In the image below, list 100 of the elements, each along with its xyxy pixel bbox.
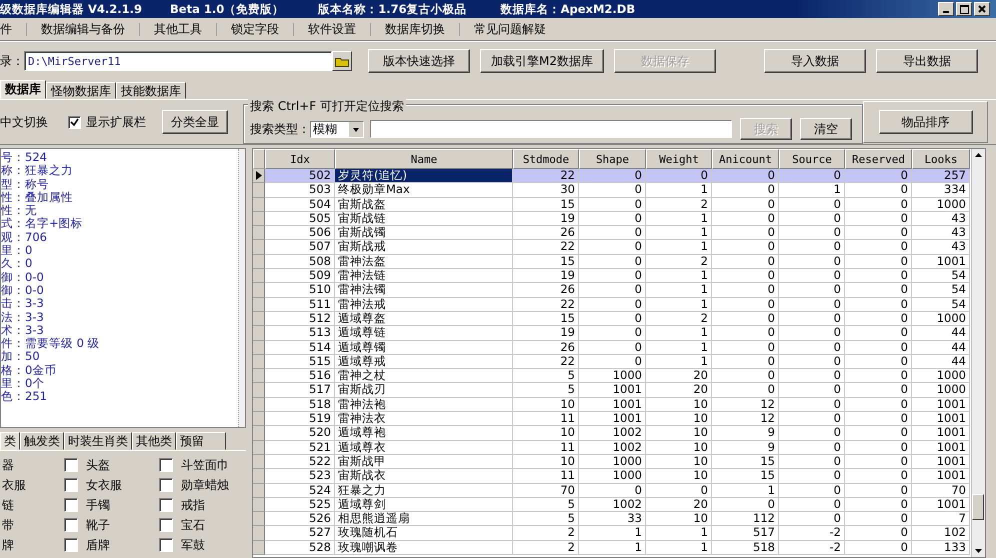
checkmark-icon	[70, 118, 79, 126]
scroll-thumb[interactable]	[972, 494, 984, 520]
chinese-toggle-label: 中文切换	[0, 114, 48, 130]
info-line: 性：叠加属性	[1, 190, 74, 204]
column-header[interactable]: Name	[335, 149, 513, 169]
table-cell: 宙斯战刃	[335, 383, 513, 398]
checkbox[interactable]	[159, 518, 173, 532]
table-cell: 10	[646, 426, 712, 441]
table-cell: 遁域尊镯	[335, 340, 513, 355]
clear-button[interactable]: 清空	[800, 118, 852, 140]
column-header[interactable]: Source	[779, 149, 845, 169]
table-cell: 0	[845, 412, 912, 426]
table-cell: 宙斯战戒	[335, 240, 513, 255]
tab[interactable]: 触发类	[20, 432, 64, 450]
close-icon	[978, 5, 986, 13]
table-cell: 1001	[912, 426, 970, 441]
table-cell: 0	[712, 212, 779, 226]
table-cell: 9	[712, 440, 779, 455]
table-cell: 521	[265, 440, 335, 455]
table-cell: 1001	[912, 498, 970, 512]
show-all-button[interactable]: 分类全显	[162, 110, 228, 134]
table-cell: 遁域尊衣	[335, 440, 513, 455]
tab[interactable]: 技能数据库	[116, 82, 186, 99]
toolbar-button[interactable]: 版本快速选择	[368, 49, 470, 73]
table-cell: 0	[845, 198, 912, 212]
checkbox[interactable]	[159, 538, 173, 552]
tab[interactable]: 数据库	[0, 80, 46, 99]
search-type-dropdown[interactable]: 模糊	[310, 120, 364, 138]
row-indicator[interactable]	[253, 169, 265, 184]
table-cell: 12	[712, 412, 779, 426]
column-header[interactable]: Stdmode	[513, 149, 579, 169]
table-cell: 2	[646, 312, 712, 326]
table-cell: 0	[579, 240, 646, 255]
toolbar-button[interactable]: 加载引擎M2数据库	[480, 49, 604, 73]
window-title: 级数据库编辑器 V4.2.1.9	[0, 2, 142, 16]
scrollbar[interactable]	[971, 149, 985, 557]
table-cell: 505	[265, 212, 335, 226]
table-cell: 0	[779, 212, 845, 226]
menu-item[interactable]: 锁定字段	[217, 20, 293, 38]
search-field[interactable]	[370, 120, 732, 138]
table-cell: 1	[646, 240, 712, 255]
checkbox[interactable]	[68, 116, 81, 128]
minimize-button[interactable]	[938, 2, 954, 16]
browse-button[interactable]	[332, 51, 352, 71]
column-header[interactable]: Looks	[912, 149, 970, 169]
table-cell: 70	[912, 484, 970, 498]
tab[interactable]: 其他类	[132, 432, 176, 450]
checkbox[interactable]	[159, 478, 173, 492]
menu-item[interactable]: 件	[0, 20, 26, 38]
table-cell: 0	[712, 326, 779, 341]
menu-item[interactable]: 软件设置	[294, 20, 370, 38]
path-field[interactable]: D:\MirServer11	[24, 51, 332, 71]
toolbar-button[interactable]: 导入数据	[764, 49, 866, 73]
table-cell: 1	[779, 183, 845, 198]
table-cell: 0	[779, 498, 845, 512]
checkbox[interactable]	[64, 478, 78, 492]
current-row-icon	[256, 171, 262, 180]
checkbox-label: 勋章蜡烛	[181, 476, 229, 494]
table-cell: 遁域尊剑	[335, 498, 513, 512]
tab[interactable]: 类	[0, 432, 20, 450]
table-cell: 0	[712, 312, 779, 326]
table-cell: 0	[845, 340, 912, 355]
checkbox[interactable]	[64, 518, 78, 532]
sort-button[interactable]: 物品排序	[878, 110, 972, 134]
scrollbar[interactable]	[238, 149, 245, 427]
column-header[interactable]: Reserved	[845, 149, 912, 169]
table-cell: 9	[712, 426, 779, 441]
table-cell: 0	[845, 383, 912, 398]
column-header[interactable]: Anicount	[712, 149, 779, 169]
table-cell: 1	[646, 540, 712, 556]
table-cell: 终极勋章Max	[335, 183, 513, 198]
tab[interactable]: 预留	[176, 432, 226, 450]
checkbox[interactable]	[64, 498, 78, 512]
table-cell: 1000	[912, 312, 970, 326]
table-cell: 26	[513, 340, 579, 355]
toolbar-button[interactable]: 导出数据	[876, 49, 978, 73]
checkbox[interactable]	[159, 498, 173, 512]
table-cell: 10	[513, 426, 579, 441]
tab[interactable]: 怪物数据库	[46, 82, 116, 99]
table-cell: 0	[845, 298, 912, 312]
column-header[interactable]: Shape	[579, 149, 646, 169]
menu-item[interactable]: 数据库切换	[371, 20, 459, 38]
tab[interactable]: 时装生肖类	[64, 432, 132, 450]
menu-item[interactable]: 数据编辑与备份	[27, 20, 139, 38]
table-cell: 1	[646, 269, 712, 284]
table-cell: 0	[579, 340, 646, 355]
menu-item[interactable]: 常见问题解疑	[460, 20, 560, 38]
checkbox[interactable]	[159, 458, 173, 472]
close-button[interactable]	[974, 2, 990, 16]
menu-item[interactable]: 其他工具	[140, 20, 216, 38]
info-line: 格：0金币	[1, 364, 58, 378]
table-cell: 518	[712, 540, 779, 556]
column-header[interactable]: Idx	[265, 149, 335, 169]
maximize-button[interactable]	[956, 2, 972, 16]
table-cell: 0	[779, 383, 845, 398]
column-header[interactable]: Weight	[646, 149, 712, 169]
checkbox[interactable]	[64, 458, 78, 472]
table-cell: 526	[265, 512, 335, 526]
checkbox[interactable]	[64, 538, 78, 552]
table-cell: 0	[845, 254, 912, 270]
